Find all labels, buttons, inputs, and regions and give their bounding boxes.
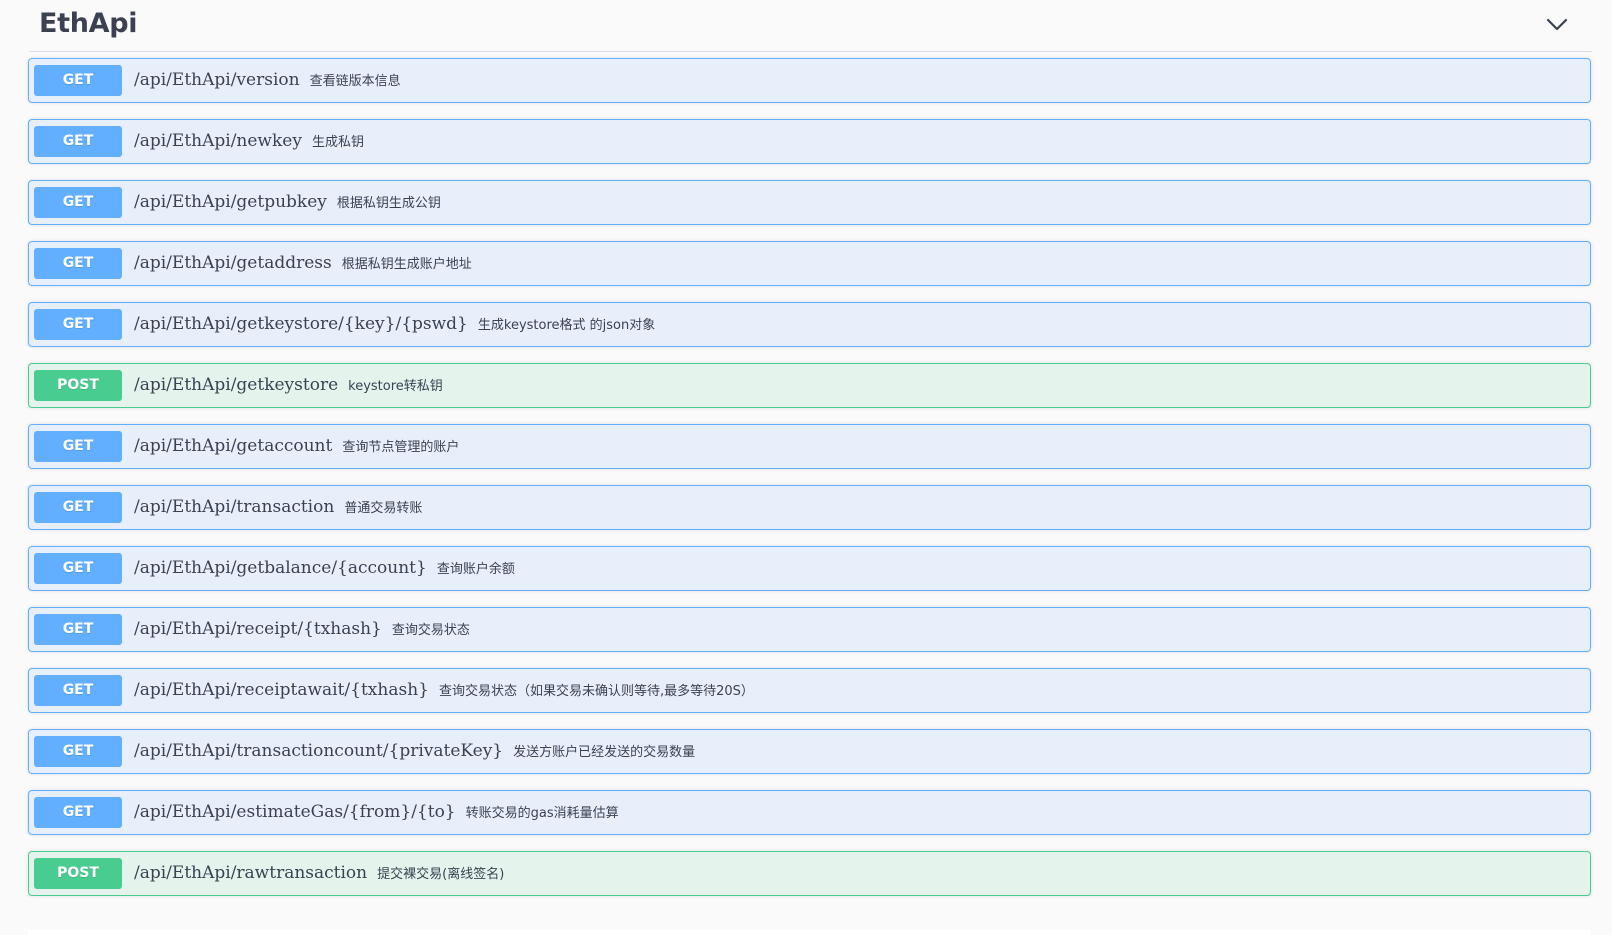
operation-path: /api/EthApi/newkey [134,131,302,151]
operation-get-receipt[interactable]: GET /api/EthApi/receipt/{txhash} 查询交易状态 [28,607,1591,652]
operation-description: 提交裸交易(离线签名) [377,867,505,882]
operation-description: keystore转私钥 [348,379,443,394]
method-badge: GET [34,431,122,462]
operation-description: 普通交易转账 [344,501,423,516]
operation-path: /api/EthApi/rawtransaction [134,863,368,883]
operation-description: 查询节点管理的账户 [342,440,460,455]
operation-description: 查询交易状态 [391,623,470,638]
operation-path: /api/EthApi/transaction [134,497,335,517]
operation-get-transactioncount[interactable]: GET /api/EthApi/transactioncount/{privat… [28,729,1591,774]
operation-description: 根据私钥生成账户地址 [341,257,472,272]
operation-path: /api/EthApi/getbalance/{account} [134,558,427,578]
method-badge: GET [34,736,122,767]
operation-summary: /api/EthApi/newkey 生成私钥 [134,120,364,163]
method-badge: GET [34,187,122,218]
section-title: EthApi [39,8,138,39]
operation-path: /api/EthApi/getaccount [134,436,333,456]
operation-get-getaccount[interactable]: GET /api/EthApi/getaccount 查询节点管理的账户 [28,424,1591,469]
operation-path: /api/EthApi/receiptawait/{txhash} [134,680,429,700]
operation-summary: /api/EthApi/getkeystore/{key}/{pswd} 生成ke… [134,303,655,346]
section-header-ethapi[interactable]: EthApi [29,0,1592,52]
operation-summary: /api/EthApi/estimateGas/{from}/{to} 转账交易的… [134,791,619,834]
operation-description: 生成keystore格式 的json对象 [477,318,656,333]
operation-summary: /api/EthApi/receipt/{txhash} 查询交易状态 [134,608,470,651]
operation-summary: /api/EthApi/transaction 普通交易转账 [134,486,422,529]
operation-get-getaddress[interactable]: GET /api/EthApi/getaddress 根据私钥生成账户地址 [28,241,1591,286]
operation-summary: /api/EthApi/getpubkey 根据私钥生成公钥 [134,181,441,224]
operation-get-getbalance[interactable]: GET /api/EthApi/getbalance/{account} 查询账户… [28,546,1591,591]
operation-description: 查询交易状态（如果交易未确认则等待,最多等待20S） [438,684,754,699]
operation-path: /api/EthApi/getkeystore/{key}/{pswd} [134,314,468,334]
method-badge: GET [34,614,122,645]
operation-summary: /api/EthApi/receiptawait/{txhash} 查询交易状态（… [134,669,754,712]
operation-path: /api/EthApi/getaddress [134,253,332,273]
operation-path: /api/EthApi/transactioncount/{privateKey… [134,741,504,761]
operation-get-newkey[interactable]: GET /api/EthApi/newkey 生成私钥 [28,119,1591,164]
method-badge: GET [34,126,122,157]
operation-post-rawtransaction[interactable]: POST /api/EthApi/rawtransaction 提交裸交易(离线签… [28,851,1591,896]
method-badge: GET [34,675,122,706]
operation-summary: /api/EthApi/getkeystore keystore转私钥 [134,364,443,407]
operation-get-version[interactable]: GET /api/EthApi/version 查看链版本信息 [28,58,1591,103]
operation-post-getkeystore[interactable]: POST /api/EthApi/getkeystore keystore转私钥 [28,363,1591,408]
operation-path: /api/EthApi/estimateGas/{from}/{to} [134,802,456,822]
operation-path: /api/EthApi/version [134,70,300,90]
method-badge: POST [34,858,122,889]
method-badge: GET [34,553,122,584]
operation-description: 转账交易的gas消耗量估算 [465,806,619,821]
operation-get-getpubkey[interactable]: GET /api/EthApi/getpubkey 根据私钥生成公钥 [28,180,1591,225]
method-badge: GET [34,65,122,96]
method-badge: GET [34,797,122,828]
method-badge: GET [34,492,122,523]
operation-summary: /api/EthApi/transactioncount/{privateKey… [134,730,695,773]
operation-description: 生成私钥 [311,135,364,150]
operation-summary: /api/EthApi/getbalance/{account} 查询账户余额 [134,547,515,590]
operation-description: 根据私钥生成公钥 [336,196,441,211]
next-section-edge [28,930,1591,935]
method-badge: GET [34,248,122,279]
operation-description: 发送方账户已经发送的交易数量 [513,745,696,760]
operation-summary: /api/EthApi/getaccount 查询节点管理的账户 [134,425,459,468]
method-badge: POST [34,370,122,401]
operation-path: /api/EthApi/getkeystore [134,375,339,395]
chevron-down-icon[interactable] [1544,14,1570,34]
method-badge: GET [34,309,122,340]
operation-path: /api/EthApi/getpubkey [134,192,327,212]
operation-summary: /api/EthApi/rawtransaction 提交裸交易(离线签名) [134,852,504,895]
operation-description: 查看链版本信息 [309,74,401,89]
operation-summary: /api/EthApi/version 查看链版本信息 [134,59,401,102]
operation-get-transaction[interactable]: GET /api/EthApi/transaction 普通交易转账 [28,485,1591,530]
swagger-page: EthApi GET /api/EthApi/version 查看链版本信息 GE… [0,0,1612,935]
operation-get-receiptawait[interactable]: GET /api/EthApi/receiptawait/{txhash} 查询交… [28,668,1591,713]
operation-description: 查询账户余额 [436,562,515,577]
operation-path: /api/EthApi/receipt/{txhash} [134,619,382,639]
operation-get-estimategas[interactable]: GET /api/EthApi/estimateGas/{from}/{to} 转… [28,790,1591,835]
operation-summary: /api/EthApi/getaddress 根据私钥生成账户地址 [134,242,472,285]
operation-get-getkeystore-key-pswd[interactable]: GET /api/EthApi/getkeystore/{key}/{pswd}… [28,302,1591,347]
